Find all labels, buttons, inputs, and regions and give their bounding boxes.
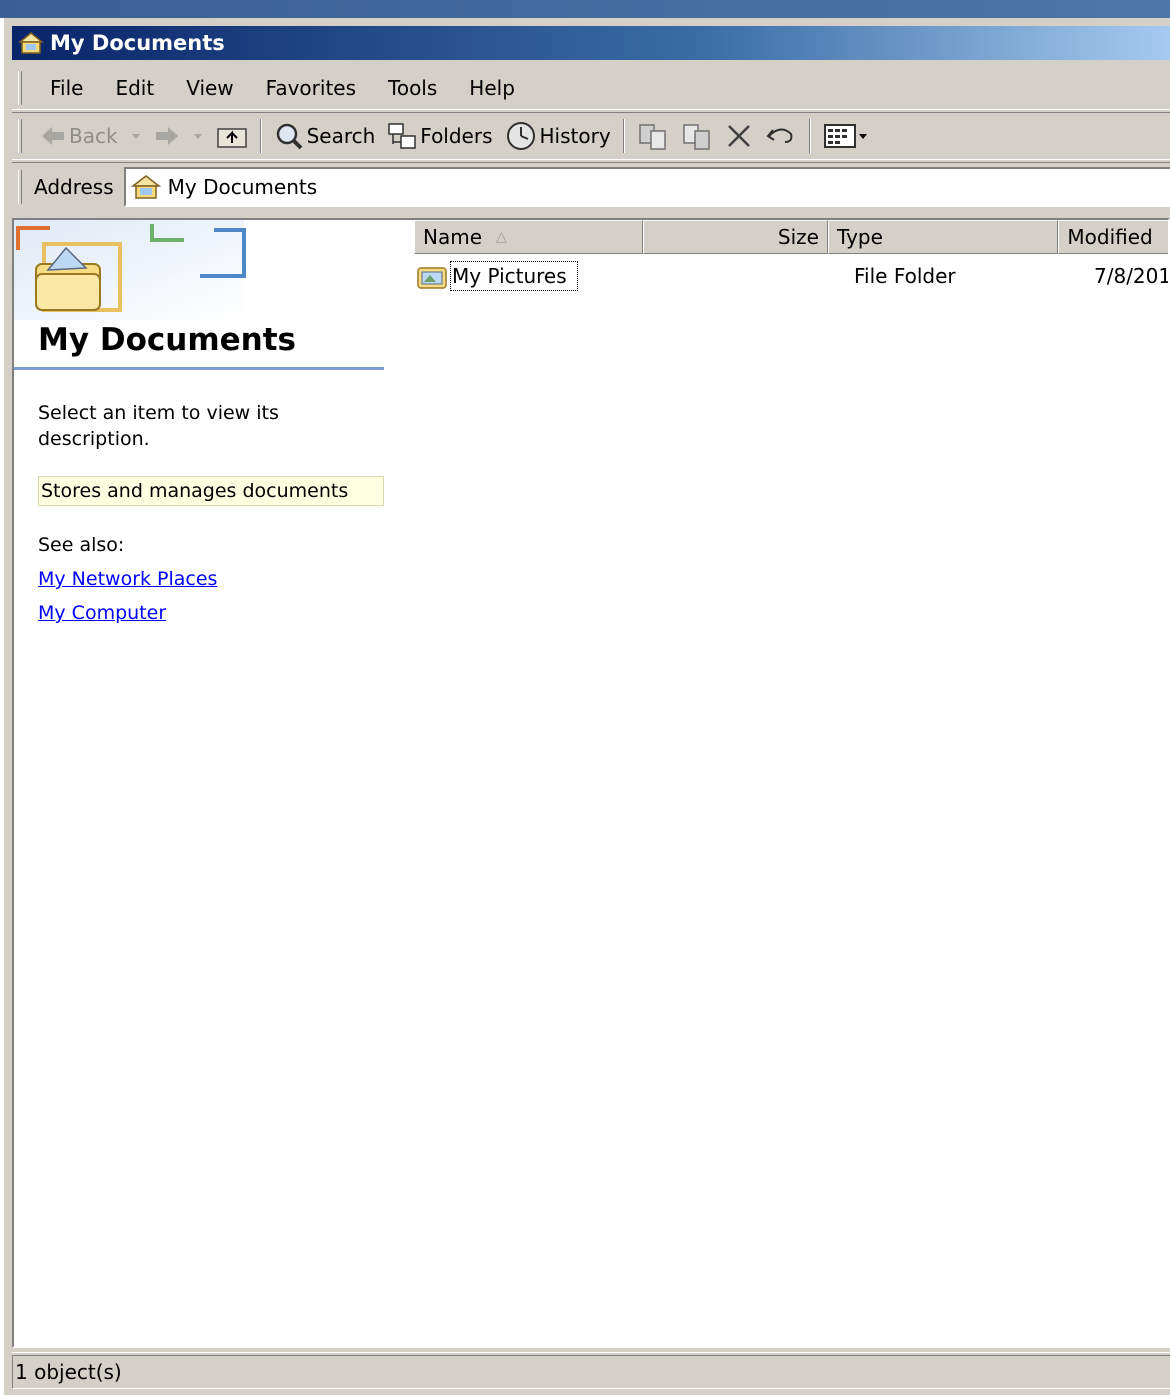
back-dropdown[interactable] — [124, 116, 148, 156]
pictures-folder-icon — [417, 267, 447, 289]
delete-x-icon — [727, 125, 750, 147]
history-label: History — [539, 124, 611, 148]
address-value: My Documents — [167, 174, 318, 199]
pane-description: Select an item to view its description. — [38, 402, 279, 450]
move-to-button[interactable] — [631, 116, 675, 156]
folders-icon — [388, 123, 417, 149]
toolbar-separator — [808, 119, 811, 153]
menu-view[interactable]: View — [170, 76, 249, 100]
back-arrow-icon — [42, 127, 64, 145]
search-button[interactable]: Search — [268, 116, 382, 156]
back-label: Back — [69, 124, 118, 148]
search-label: Search — [306, 124, 376, 148]
desktop-background — [0, 0, 1170, 18]
item-name-cell: My Pictures — [416, 260, 578, 292]
list-item[interactable]: My Pictures File Folder 7/8/201 — [414, 260, 1170, 292]
menu-file[interactable]: File — [34, 76, 99, 100]
search-icon — [276, 123, 302, 150]
folder-up-icon — [216, 128, 247, 148]
item-type: File Folder — [854, 264, 956, 288]
menu-favorites[interactable]: Favorites — [250, 76, 372, 100]
back-button[interactable]: Back — [34, 116, 124, 156]
copy-to-icon — [682, 124, 710, 150]
standard-toolbar: Back Search Folders History — [12, 112, 1170, 160]
my-documents-banner-icon — [14, 220, 246, 320]
forward-button[interactable] — [148, 116, 186, 156]
chevron-down-icon — [131, 134, 140, 139]
address-input[interactable]: My Documents — [123, 166, 1170, 207]
window-title: My Documents — [50, 31, 225, 55]
menu-tools[interactable]: Tools — [372, 76, 453, 100]
address-grip[interactable] — [18, 169, 22, 204]
forward-arrow-icon — [155, 127, 178, 145]
column-name-label: Name — [423, 225, 483, 249]
column-type-label: Type — [836, 225, 883, 249]
column-size-label: Size — [777, 225, 819, 249]
column-headers: Name △ Size Type Modified — [414, 220, 1168, 256]
column-header-name[interactable]: Name △ — [414, 220, 643, 254]
toolbar-separator — [622, 119, 625, 153]
up-button[interactable] — [210, 116, 254, 156]
folder-home-icon — [130, 174, 161, 199]
pane-divider — [14, 367, 384, 370]
sort-ascending-icon: △ — [496, 229, 507, 245]
address-label: Address — [34, 174, 114, 199]
menu-bar: File Edit View Favorites Tools Help — [12, 66, 1170, 110]
column-header-modified[interactable]: Modified — [1058, 220, 1168, 254]
link-my-network-places[interactable]: My Network Places — [38, 568, 217, 590]
copy-to-button[interactable] — [675, 116, 719, 156]
move-to-icon — [638, 124, 666, 150]
file-list: Name △ Size Type Modified My Pictures Fi… — [414, 220, 1168, 1346]
see-also-label: See also: — [38, 534, 125, 556]
forward-dropdown[interactable] — [186, 116, 210, 156]
menu-edit[interactable]: Edit — [99, 76, 170, 100]
delete-button[interactable] — [719, 116, 759, 156]
views-button[interactable] — [817, 116, 875, 156]
toolbar-grip[interactable] — [18, 119, 22, 153]
menu-grip[interactable] — [18, 70, 22, 105]
folder-info-tip: Stores and manages documents — [38, 476, 384, 506]
views-icon — [823, 124, 867, 148]
folder-home-icon — [17, 32, 45, 54]
item-modified: 7/8/201 — [1094, 264, 1170, 288]
link-my-computer[interactable]: My Computer — [38, 602, 166, 624]
explorer-window: My Documents File Edit View Favorites To… — [0, 18, 1170, 1395]
folder-view: My Documents Select an item to view its … — [12, 218, 1170, 1348]
column-header-type[interactable]: Type — [827, 220, 1059, 254]
web-view-pane: My Documents Select an item to view its … — [14, 220, 386, 1346]
item-name: My Pictures — [450, 261, 578, 291]
toolbar-separator — [259, 119, 262, 153]
history-icon — [506, 122, 535, 150]
undo-icon — [766, 128, 793, 143]
column-header-size[interactable]: Size — [642, 220, 828, 254]
address-bar: Address My Documents — [12, 162, 1170, 210]
history-button[interactable]: History — [499, 116, 617, 156]
column-modified-label: Modified — [1067, 225, 1153, 249]
chevron-down-icon — [193, 134, 202, 139]
status-bar: 1 object(s) — [12, 1352, 1170, 1390]
folders-label: Folders — [420, 124, 493, 148]
undo-button[interactable] — [759, 116, 803, 156]
pane-title: My Documents — [38, 322, 296, 358]
menu-help[interactable]: Help — [453, 76, 531, 100]
status-text: 1 object(s) — [12, 1354, 1170, 1389]
title-bar[interactable]: My Documents — [12, 26, 1170, 60]
folders-button[interactable]: Folders — [381, 116, 498, 156]
